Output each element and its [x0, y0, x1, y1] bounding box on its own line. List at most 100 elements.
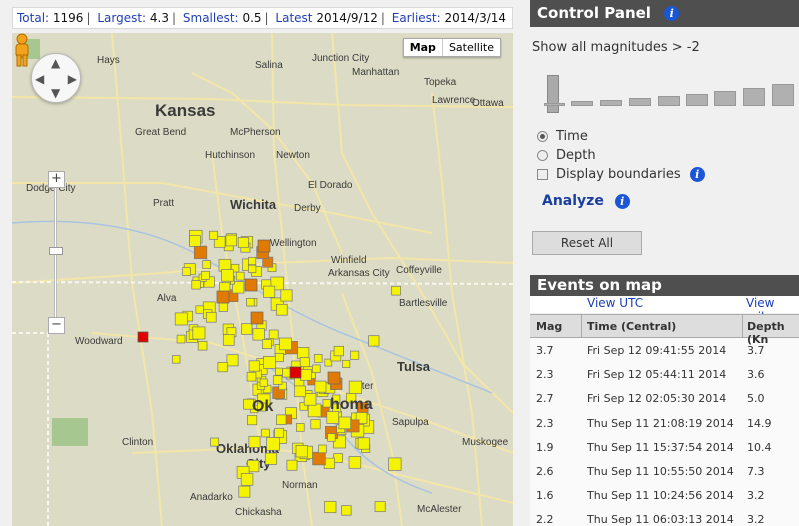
earthquake-marker[interactable] — [263, 356, 276, 369]
earthquake-marker[interactable] — [318, 444, 327, 454]
pan-control[interactable]: ▲ ▼ ◀ ▶ — [31, 53, 81, 103]
earthquake-marker[interactable] — [286, 459, 298, 471]
table-row[interactable]: 2.6 Thu Sep 11 10:55:50 2014 7.3 — [530, 459, 799, 483]
earthquake-marker[interactable] — [262, 339, 272, 349]
earthquake-marker[interactable] — [248, 435, 261, 448]
earthquake-marker[interactable] — [217, 362, 228, 373]
depth-radio-row[interactable]: Depth — [537, 148, 596, 163]
boundaries-info-icon[interactable]: i — [689, 167, 705, 182]
earthquake-marker[interactable] — [341, 505, 352, 516]
earthquake-marker[interactable] — [303, 393, 317, 406]
table-row[interactable]: 3.7 Fri Sep 12 09:41:55 2014 3.7 — [530, 338, 799, 362]
magnitude-bar[interactable] — [714, 91, 736, 106]
magnitude-slider-thumb[interactable] — [547, 75, 559, 113]
earthquake-marker[interactable] — [172, 355, 181, 364]
earthquake-marker[interactable] — [268, 329, 279, 340]
earthquake-marker[interactable] — [275, 367, 283, 376]
earthquake-marker[interactable] — [191, 280, 201, 290]
earthquake-marker[interactable] — [333, 345, 344, 357]
earthquake-marker[interactable] — [241, 323, 253, 335]
earthquake-marker[interactable] — [202, 260, 211, 269]
earthquake-marker[interactable] — [324, 500, 337, 514]
earthquake-marker[interactable] — [296, 423, 305, 432]
display-boundaries-row[interactable]: Display boundaries i — [537, 167, 705, 182]
earthquake-marker[interactable] — [209, 230, 218, 240]
earthquake-marker[interactable] — [299, 357, 310, 368]
earthquake-map[interactable]: Hays Salina Junction City Manhattan Topeka La… — [12, 33, 513, 526]
earthquake-marker[interactable] — [348, 380, 362, 394]
earthquake-marker[interactable] — [276, 414, 287, 425]
earthquake-marker[interactable] — [246, 297, 255, 307]
depth-radio[interactable] — [537, 150, 548, 161]
earthquake-marker[interactable] — [275, 303, 288, 316]
earthquake-marker[interactable] — [266, 437, 280, 451]
earthquake-marker[interactable] — [248, 264, 257, 273]
earthquake-marker[interactable] — [247, 415, 258, 426]
earthquake-marker[interactable] — [274, 352, 284, 362]
earthquake-marker[interactable] — [221, 269, 234, 282]
zoom-out-button[interactable]: − — [48, 317, 65, 334]
earthquake-marker[interactable] — [388, 457, 402, 471]
pan-up-icon[interactable]: ▲ — [51, 57, 60, 69]
display-boundaries-checkbox[interactable] — [537, 169, 548, 180]
zoom-in-button[interactable]: + — [48, 171, 65, 188]
earthquake-marker[interactable] — [300, 369, 312, 381]
table-row[interactable]: 2.2 Thu Sep 11 06:03:13 2014 3.2 — [530, 507, 799, 526]
earthquake-marker[interactable] — [137, 331, 149, 343]
pegman-icon[interactable] — [12, 33, 32, 67]
earthquake-marker[interactable] — [225, 234, 238, 247]
earthquake-marker[interactable] — [244, 278, 258, 292]
earthquake-marker[interactable] — [391, 285, 401, 296]
earthquake-marker[interactable] — [312, 364, 321, 373]
col-mag-header[interactable]: Mag — [536, 320, 562, 333]
earthquake-marker[interactable] — [357, 437, 370, 450]
map-type-map-button[interactable]: Map — [404, 39, 443, 56]
earthquake-marker[interactable] — [307, 403, 322, 418]
earthquake-marker[interactable] — [222, 334, 235, 346]
time-radio[interactable] — [537, 131, 548, 142]
earthquake-marker[interactable] — [205, 311, 217, 323]
magnitude-bar[interactable] — [658, 96, 680, 106]
earthquake-marker[interactable] — [314, 380, 327, 393]
earthquake-marker[interactable] — [201, 270, 210, 280]
earthquake-marker[interactable] — [348, 456, 362, 469]
table-row[interactable]: 1.9 Thu Sep 11 15:37:54 2014 10.4 — [530, 435, 799, 459]
earthquake-marker[interactable] — [218, 302, 228, 312]
view-utc-link[interactable]: View UTC — [587, 296, 643, 310]
table-row[interactable]: 2.7 Fri Sep 12 02:05:30 2014 5.0 — [530, 386, 799, 410]
earthquake-marker[interactable] — [289, 366, 302, 379]
earthquake-marker[interactable] — [312, 451, 326, 466]
map-type-satellite-button[interactable]: Satellite — [443, 39, 500, 56]
table-row[interactable]: 2.3 Thu Sep 11 21:08:19 2014 14.9 — [530, 411, 799, 435]
earthquake-marker[interactable] — [195, 305, 204, 314]
table-row[interactable]: 1.6 Thu Sep 11 10:24:56 2014 3.2 — [530, 483, 799, 507]
earthquake-marker[interactable] — [193, 245, 208, 259]
earthquake-marker[interactable] — [210, 437, 220, 447]
magnitude-bar[interactable] — [571, 101, 593, 106]
earthquake-marker[interactable] — [240, 473, 254, 486]
magnitude-bar[interactable] — [629, 98, 651, 106]
earthquake-marker[interactable] — [174, 312, 188, 326]
earthquake-marker[interactable] — [197, 340, 208, 351]
pan-right-icon[interactable]: ▶ — [68, 73, 77, 85]
earthquake-marker[interactable] — [327, 371, 341, 385]
magnitude-bar[interactable] — [600, 100, 622, 106]
earthquake-marker[interactable] — [237, 237, 249, 249]
earthquake-marker[interactable] — [326, 411, 340, 424]
earthquake-marker[interactable] — [216, 290, 230, 304]
earthquake-marker[interactable] — [252, 328, 265, 341]
earthquake-marker[interactable] — [192, 326, 206, 340]
earthquake-marker[interactable] — [235, 271, 245, 281]
earthquake-marker[interactable] — [226, 354, 239, 367]
earthquake-marker[interactable] — [338, 416, 352, 430]
earthquake-marker[interactable] — [248, 256, 257, 266]
earthquake-marker[interactable] — [294, 385, 306, 398]
magnitude-slider[interactable] — [542, 70, 799, 115]
earthquake-marker[interactable] — [246, 371, 257, 382]
earthquake-marker[interactable] — [327, 433, 336, 442]
earthquake-marker[interactable] — [313, 354, 323, 363]
pan-left-icon[interactable]: ◀ — [35, 73, 44, 85]
earthquake-marker[interactable] — [333, 453, 343, 463]
magnitude-bar[interactable] — [544, 103, 565, 106]
earthquake-marker[interactable] — [368, 335, 380, 347]
